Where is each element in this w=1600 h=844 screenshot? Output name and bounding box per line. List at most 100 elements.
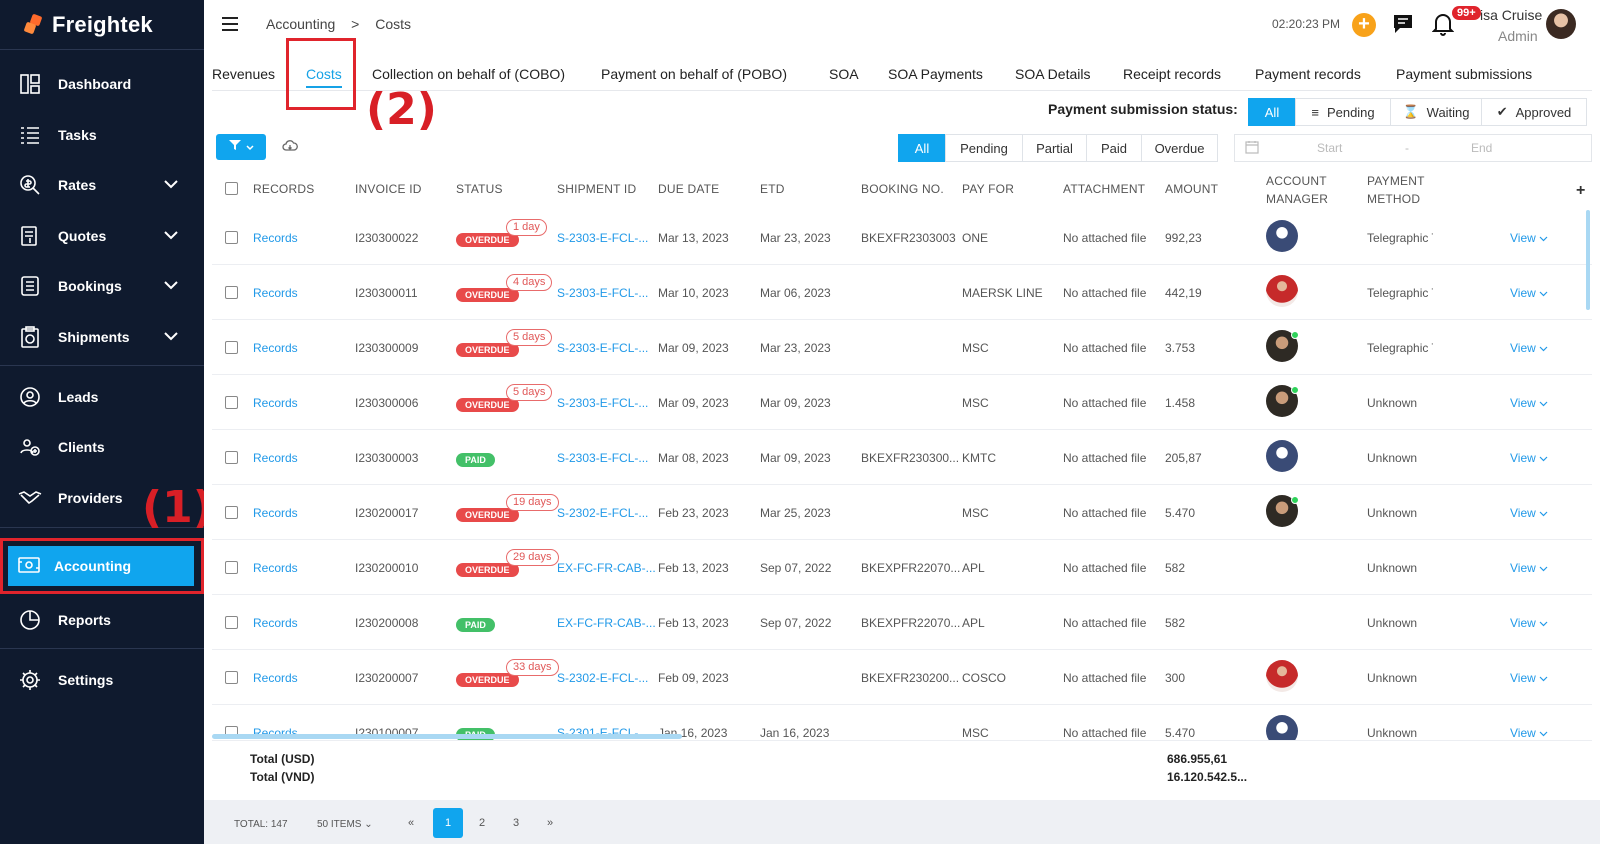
table-row[interactable]: Records I230300006 OVERDUE 5 days S-2303-E-F… bbox=[212, 375, 1592, 430]
status-overdue-button[interactable]: Overdue bbox=[1141, 134, 1218, 162]
pss-all-button[interactable]: All bbox=[1248, 98, 1296, 126]
row-checkbox[interactable] bbox=[225, 341, 238, 354]
breadcrumb-item[interactable]: Accounting bbox=[266, 16, 335, 32]
status-pending-button[interactable]: Pending bbox=[945, 134, 1023, 162]
table-row[interactable]: Records I230300022 OVERDUE 1 day S-2303-E-FC… bbox=[212, 210, 1592, 265]
status-partial-button[interactable]: Partial bbox=[1022, 134, 1087, 162]
records-link[interactable]: Records bbox=[253, 506, 298, 520]
view-dropdown-button[interactable]: View bbox=[1510, 671, 1548, 685]
shipment-id-link[interactable]: S-2302-E-FCL-... bbox=[557, 671, 648, 685]
row-checkbox[interactable] bbox=[225, 231, 238, 244]
page-size-select[interactable]: 50 ITEMS ⌄ bbox=[317, 819, 373, 830]
records-link[interactable]: Records bbox=[253, 561, 298, 575]
table-row[interactable]: Records I230300009 OVERDUE 5 days S-2303-E-F… bbox=[212, 320, 1592, 375]
page-button-1[interactable]: 1 bbox=[433, 808, 463, 838]
page-button-2[interactable]: 2 bbox=[467, 808, 497, 838]
row-checkbox[interactable] bbox=[225, 286, 238, 299]
chevron-down-icon[interactable] bbox=[164, 227, 178, 243]
pss-approved-button[interactable]: ✔ Approved bbox=[1481, 98, 1587, 126]
tab-payment-records[interactable]: Payment records bbox=[1255, 66, 1361, 82]
table-row[interactable]: Records I230300011 OVERDUE 4 days S-2303-E-F… bbox=[212, 265, 1592, 320]
tab-soa-details[interactable]: SOA Details bbox=[1015, 66, 1090, 82]
table-row[interactable]: Records I230200007 OVERDUE 33 days S-2302-E-… bbox=[212, 650, 1592, 705]
sidebar-item-leads[interactable]: Leads bbox=[0, 373, 204, 421]
sidebar-item-quotes[interactable]: Quotes bbox=[0, 212, 204, 260]
records-link[interactable]: Records bbox=[253, 396, 298, 410]
row-checkbox[interactable] bbox=[225, 561, 238, 574]
account-manager-avatar[interactable] bbox=[1266, 495, 1299, 527]
view-dropdown-button[interactable]: View bbox=[1510, 231, 1548, 245]
account-manager-avatar[interactable] bbox=[1266, 660, 1298, 692]
shipment-id-link[interactable]: S-2303-E-FCL-... bbox=[557, 231, 648, 245]
sidebar-item-rates[interactable]: Rates bbox=[0, 161, 204, 209]
sidebar-item-shipments[interactable]: Shipments bbox=[0, 313, 204, 361]
menu-icon[interactable] bbox=[222, 17, 238, 31]
row-checkbox[interactable] bbox=[225, 451, 238, 464]
add-column-button[interactable]: + bbox=[1576, 182, 1585, 200]
next-page-button[interactable]: » bbox=[535, 808, 565, 838]
records-link[interactable]: Records bbox=[253, 616, 298, 630]
records-link[interactable]: Records bbox=[253, 286, 298, 300]
table-row[interactable]: Records I230300003 PAID S-2303-E-FCL-... Mar… bbox=[212, 430, 1592, 485]
view-dropdown-button[interactable]: View bbox=[1510, 506, 1548, 520]
tab-receipt-records[interactable]: Receipt records bbox=[1123, 66, 1221, 82]
view-dropdown-button[interactable]: View bbox=[1510, 396, 1548, 410]
sidebar-item-reports[interactable]: Reports bbox=[0, 596, 204, 644]
cloud-download-icon[interactable] bbox=[282, 139, 298, 157]
status-all-button[interactable]: All bbox=[898, 134, 946, 162]
view-dropdown-button[interactable]: View bbox=[1510, 341, 1548, 355]
sidebar-item-accounting[interactable]: Accounting bbox=[8, 546, 194, 586]
shipment-id-link[interactable]: S-2303-E-FCL-... bbox=[557, 286, 648, 300]
tab-pobo[interactable]: Payment on behalf of (POBO) bbox=[601, 66, 787, 82]
view-dropdown-button[interactable]: View bbox=[1510, 286, 1548, 300]
quick-add-button[interactable]: + bbox=[1352, 13, 1376, 37]
records-link[interactable]: Records bbox=[253, 231, 298, 245]
app-logo[interactable]: Freightek bbox=[0, 0, 204, 50]
sidebar-item-bookings[interactable]: Bookings bbox=[0, 262, 204, 310]
account-manager-avatar[interactable] bbox=[1266, 440, 1298, 472]
sidebar-item-clients[interactable]: Clients bbox=[0, 423, 204, 471]
tab-payment-submissions[interactable]: Payment submissions bbox=[1396, 66, 1532, 82]
account-manager-avatar[interactable] bbox=[1266, 385, 1299, 417]
user-name[interactable]: isa Cruise bbox=[1480, 7, 1542, 23]
shipment-id-link[interactable]: S-2302-E-FCL-... bbox=[557, 506, 648, 520]
row-checkbox[interactable] bbox=[225, 506, 238, 519]
records-link[interactable]: Records bbox=[253, 341, 298, 355]
status-paid-button[interactable]: Paid bbox=[1086, 134, 1142, 162]
table-row[interactable]: Records I230200017 OVERDUE 19 days S-2302-E-… bbox=[212, 485, 1592, 540]
account-manager-avatar[interactable] bbox=[1266, 275, 1298, 307]
tab-soa[interactable]: SOA bbox=[829, 66, 859, 82]
filter-button[interactable] bbox=[216, 134, 266, 160]
chevron-down-icon[interactable] bbox=[164, 277, 178, 293]
account-manager-avatar[interactable] bbox=[1266, 330, 1299, 362]
row-checkbox[interactable] bbox=[225, 616, 238, 629]
chat-icon[interactable] bbox=[1392, 13, 1414, 40]
sidebar-item-settings[interactable]: Settings bbox=[0, 656, 204, 704]
prev-page-button[interactable]: « bbox=[396, 808, 426, 838]
date-range-picker[interactable]: Start - End bbox=[1234, 134, 1592, 162]
pss-pending-button[interactable]: ≡ Pending bbox=[1295, 98, 1391, 126]
chevron-down-icon[interactable] bbox=[164, 328, 178, 344]
vertical-scrollbar[interactable] bbox=[1586, 210, 1590, 310]
table-row[interactable]: Records I230200008 PAID EX-FC-FR-CAB-... Feb… bbox=[212, 595, 1592, 650]
row-checkbox[interactable] bbox=[225, 396, 238, 409]
view-dropdown-button[interactable]: View bbox=[1510, 616, 1548, 630]
date-start-input[interactable]: Start bbox=[1317, 141, 1342, 155]
tab-revenues[interactable]: Revenues bbox=[212, 66, 275, 82]
page-button-3[interactable]: 3 bbox=[501, 808, 531, 838]
user-avatar[interactable] bbox=[1546, 9, 1576, 39]
table-row[interactable]: Records I230200010 OVERDUE 29 days EX-FC-FR-… bbox=[212, 540, 1592, 595]
chevron-down-icon[interactable] bbox=[164, 176, 178, 192]
tab-cobo[interactable]: Collection on behalf of (COBO) bbox=[372, 66, 565, 82]
view-dropdown-button[interactable]: View bbox=[1510, 451, 1548, 465]
date-end-input[interactable]: End bbox=[1471, 141, 1492, 155]
pss-waiting-button[interactable]: ⌛ Waiting bbox=[1390, 98, 1482, 126]
account-manager-avatar[interactable] bbox=[1266, 220, 1298, 252]
tab-soa-payments[interactable]: SOA Payments bbox=[888, 66, 983, 82]
shipment-id-link[interactable]: EX-FC-FR-CAB-... bbox=[557, 616, 656, 630]
row-checkbox[interactable] bbox=[225, 671, 238, 684]
shipment-id-link[interactable]: S-2303-E-FCL-... bbox=[557, 396, 648, 410]
shipment-id-link[interactable]: EX-FC-FR-CAB-... bbox=[557, 561, 656, 575]
shipment-id-link[interactable]: S-2303-E-FCL-... bbox=[557, 451, 648, 465]
records-link[interactable]: Records bbox=[253, 451, 298, 465]
